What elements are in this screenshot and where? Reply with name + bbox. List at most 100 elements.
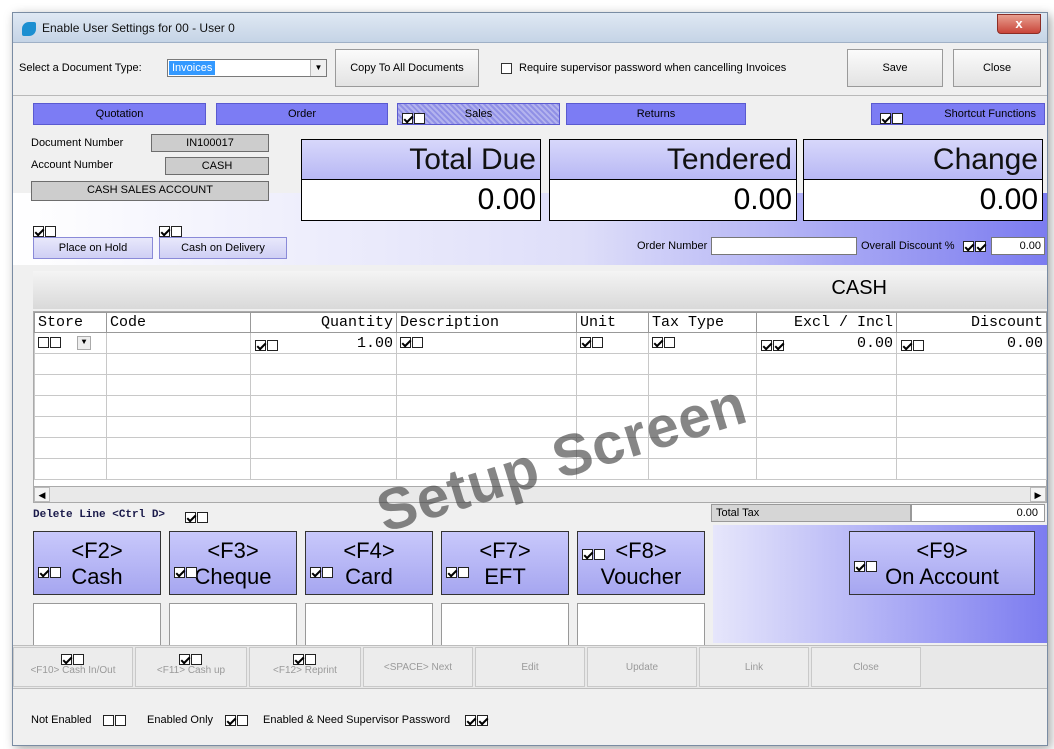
cash-in-out-checkbox[interactable]: [61, 654, 85, 665]
function-bar: <F10> Cash In/Out <F11> Cash up <F12> Re…: [13, 645, 1047, 689]
doc-type-label: Select a Document Type:: [19, 62, 142, 74]
description-cell[interactable]: [396, 332, 577, 354]
store-cell[interactable]: ▼: [34, 332, 107, 354]
table-row[interactable]: [34, 353, 1047, 375]
change-value: 0.00: [804, 180, 1042, 220]
reprint-button[interactable]: <F12> Reprint: [249, 647, 361, 687]
tab-order[interactable]: Order: [216, 103, 388, 125]
table-row[interactable]: [34, 374, 1047, 396]
tax-type-cell[interactable]: [648, 332, 757, 354]
cash-payment-button[interactable]: <F2> Cash: [33, 531, 161, 595]
col-quantity[interactable]: Quantity: [250, 312, 397, 333]
tendered-value: 0.00: [550, 180, 796, 220]
cash-up-button[interactable]: <F11> Cash up: [135, 647, 247, 687]
voucher-payment-button[interactable]: <F8> Voucher: [577, 531, 705, 595]
doc-number-label: Document Number: [31, 137, 124, 149]
col-code[interactable]: Code: [106, 312, 251, 333]
close-button[interactable]: Close: [953, 49, 1041, 87]
code-cell[interactable]: [106, 332, 251, 354]
discount-cell[interactable]: 0.00: [896, 332, 1047, 354]
account-number-value: CASH: [165, 157, 269, 175]
col-store[interactable]: Store: [34, 312, 107, 333]
order-number-input[interactable]: [711, 237, 857, 255]
on-account-payment-button[interactable]: <F9> On Account: [849, 531, 1035, 595]
excl-incl-cell[interactable]: 0.00: [756, 332, 897, 354]
title-bar: Enable User Settings for 00 - User 0 x: [13, 13, 1047, 43]
reprint-label: <F12> Reprint: [273, 665, 337, 677]
eft-permission-checkbox[interactable]: [446, 558, 470, 584]
scroll-left-icon[interactable]: ◀: [34, 487, 50, 502]
card-permission-checkbox[interactable]: [310, 558, 334, 584]
doc-type-value: Invoices: [169, 61, 216, 75]
voucher-permission-checkbox[interactable]: [582, 540, 606, 566]
excl-incl-value: 0.00: [856, 334, 893, 352]
cash-up-checkbox[interactable]: [179, 654, 203, 665]
legend-not-enabled-icon: [103, 714, 127, 726]
col-tax-type[interactable]: Tax Type: [648, 312, 757, 333]
close-function-button[interactable]: Close: [811, 647, 921, 687]
shortcut-permission-checkbox[interactable]: [880, 108, 904, 128]
save-button[interactable]: Save: [847, 49, 943, 87]
cash-in-out-button[interactable]: <F10> Cash In/Out: [13, 647, 133, 687]
cod-permission-checkbox[interactable]: [159, 225, 183, 237]
sales-permission-checkbox[interactable]: [402, 108, 426, 128]
chevron-down-icon[interactable]: ▼: [310, 60, 326, 76]
tab-returns[interactable]: Returns: [566, 103, 746, 125]
legend-enabled-password-icon: [465, 714, 489, 726]
cash-up-label: <F11> Cash up: [156, 665, 226, 677]
quantity-value: 1.00: [356, 334, 393, 352]
tab-quotation[interactable]: Quotation: [33, 103, 206, 125]
legend-enabled-only-icon: [225, 714, 249, 726]
quantity-cell[interactable]: 1.00: [250, 332, 397, 354]
order-number-label: Order Number: [637, 240, 708, 252]
cash-permission-checkbox[interactable]: [38, 558, 62, 584]
chevron-down-icon[interactable]: ▼: [77, 335, 92, 350]
doc-type-select[interactable]: Invoices ▼: [167, 59, 327, 77]
link-button[interactable]: Link: [699, 647, 809, 687]
scroll-right-icon[interactable]: ▶: [1030, 487, 1046, 502]
unit-cell[interactable]: [576, 332, 649, 354]
overall-discount-label: Overall Discount %: [861, 240, 955, 252]
col-excl-incl[interactable]: Excl / Incl: [756, 312, 897, 333]
reprint-checkbox[interactable]: [293, 654, 317, 665]
cash-on-delivery-button[interactable]: Cash on Delivery: [159, 237, 287, 259]
card-payment-button[interactable]: <F4> Card: [305, 531, 433, 595]
table-row[interactable]: ▼ 1.00 0.00 0.00: [34, 332, 1047, 354]
discount-permission-checkbox[interactable]: [963, 240, 987, 252]
col-unit[interactable]: Unit: [576, 312, 649, 333]
table-row[interactable]: [34, 395, 1047, 417]
change-panel: Change 0.00: [803, 139, 1043, 221]
main-area: Quotation Order Sales Returns Shortcut F…: [13, 97, 1047, 653]
window-close-button[interactable]: x: [997, 14, 1041, 34]
tab-sales[interactable]: Sales: [397, 103, 560, 125]
copy-to-all-button[interactable]: Copy To All Documents: [335, 49, 479, 87]
col-discount[interactable]: Discount: [896, 312, 1047, 333]
delete-line-label: Delete Line <Ctrl D>: [33, 509, 166, 521]
require-password-checkbox[interactable]: [501, 63, 512, 74]
overall-discount-input[interactable]: 0.00: [991, 237, 1045, 255]
next-button[interactable]: <SPACE> Next: [363, 647, 473, 687]
total-due-panel: Total Due 0.00: [301, 139, 541, 221]
eft-payment-button[interactable]: <F7> EFT: [441, 531, 569, 595]
on-account-permission-checkbox[interactable]: [854, 552, 878, 578]
toolbar: Select a Document Type: Invoices ▼ Copy …: [13, 44, 1047, 96]
voucher-label: Voucher: [600, 564, 682, 589]
account-banner: CASH: [33, 271, 1047, 309]
cheque-permission-checkbox[interactable]: [174, 558, 198, 584]
tab-sales-label: Sales: [464, 108, 493, 120]
app-icon: [22, 22, 36, 36]
tab-shortcut-label: Shortcut Functions: [944, 108, 1036, 120]
require-password-label: Require supervisor password when cancell…: [519, 62, 787, 74]
hold-permission-checkbox[interactable]: [33, 225, 57, 237]
change-label: Change: [804, 140, 1042, 180]
cheque-payment-button[interactable]: <F3> Cheque: [169, 531, 297, 595]
legend-enabled-password: Enabled & Need Supervisor Password: [263, 714, 451, 726]
tab-shortcut-functions[interactable]: Shortcut Functions: [871, 103, 1045, 125]
delete-line-checkbox[interactable]: [185, 511, 209, 523]
col-description[interactable]: Description: [396, 312, 577, 333]
update-button[interactable]: Update: [587, 647, 697, 687]
account-banner-text: CASH: [831, 277, 887, 299]
edit-button[interactable]: Edit: [475, 647, 585, 687]
legend-not-enabled: Not Enabled: [31, 714, 92, 726]
place-on-hold-button[interactable]: Place on Hold: [33, 237, 153, 259]
